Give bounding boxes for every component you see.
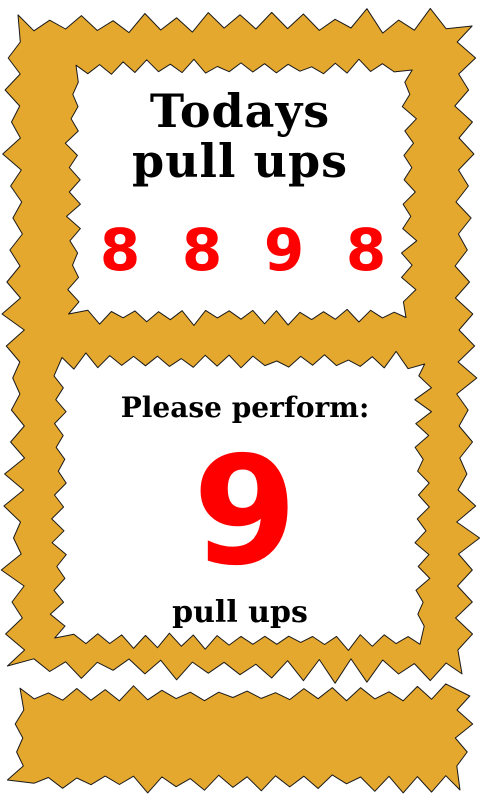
todays-pull-ups-title: Todays pull ups	[80, 86, 400, 186]
orange-frame-bottom-strip	[6, 683, 474, 794]
perform-count-value[interactable]: 9	[140, 432, 350, 592]
perform-unit-label: pull ups	[172, 595, 308, 630]
set-count-1: 8	[99, 216, 141, 284]
please-perform-label: Please perform:	[120, 391, 370, 424]
todays-counts-row: 8 8 9 8	[88, 218, 398, 282]
set-count-4: 8	[345, 216, 387, 284]
set-count-3: 9	[263, 216, 305, 284]
set-count-2: 8	[181, 216, 223, 284]
todays-title-line-2: pull ups	[131, 134, 349, 188]
todays-title-line-1: Todays	[149, 84, 331, 138]
